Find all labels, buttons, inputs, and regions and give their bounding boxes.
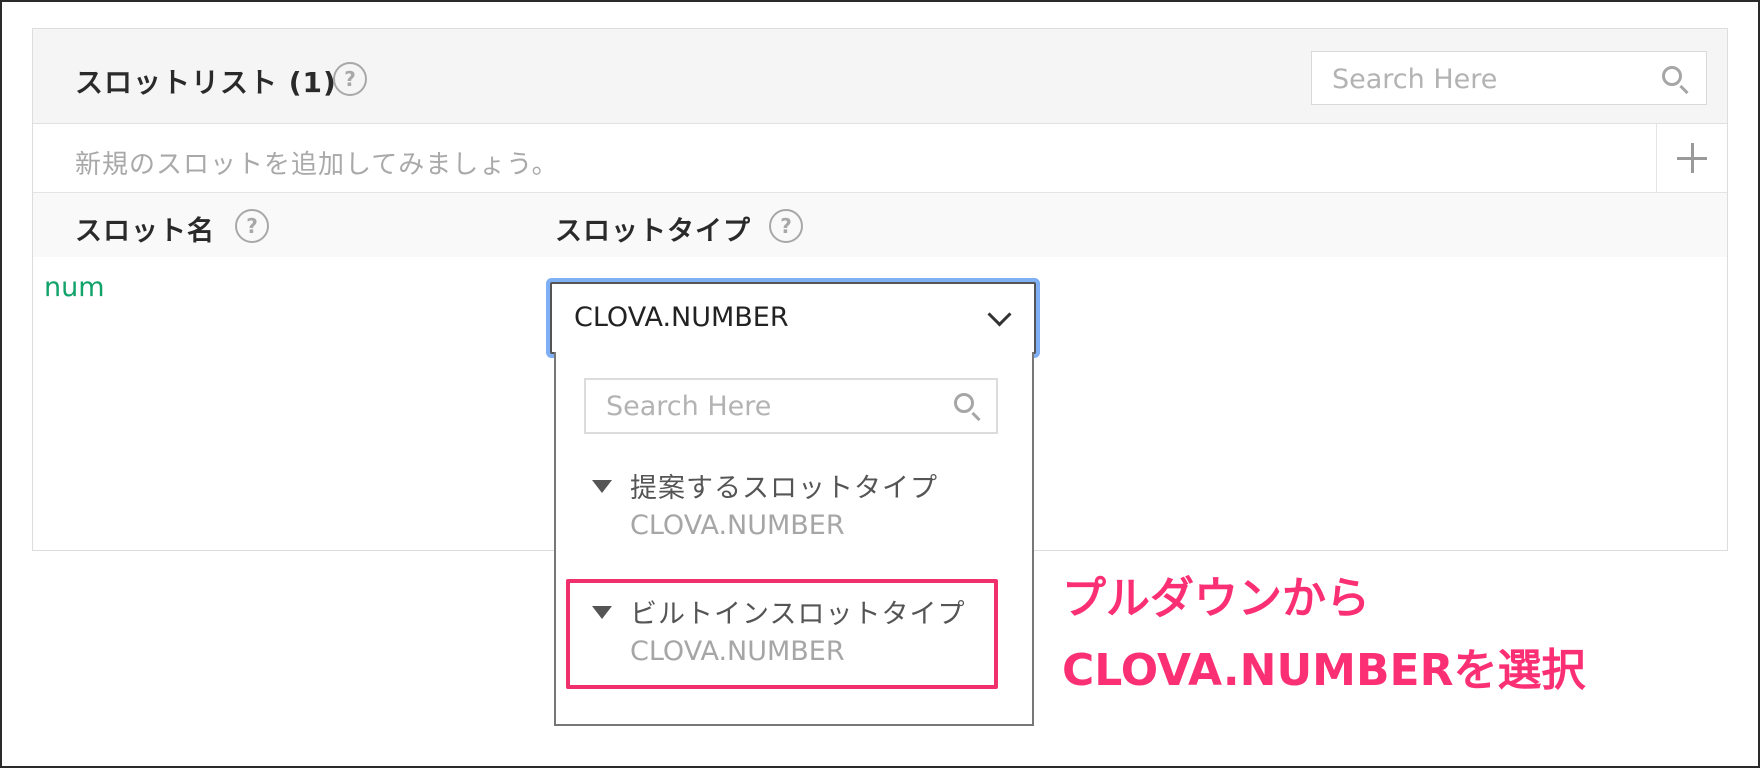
add-slot-row[interactable]: 新規のスロットを追加してみましょう。 xyxy=(33,124,1727,193)
panel-title: スロットリスト (1) xyxy=(75,66,337,99)
dropdown-option[interactable]: CLOVA.NUMBER xyxy=(630,510,845,541)
chevron-down-icon xyxy=(987,302,1012,327)
help-icon[interactable]: ? xyxy=(769,209,803,243)
annotation-highlight-box xyxy=(566,579,998,689)
add-slot-placeholder: 新規のスロットを追加してみましょう。 xyxy=(75,150,559,180)
search-placeholder: Search Here xyxy=(1332,64,1498,95)
column-slot-name: スロット名 xyxy=(75,216,215,247)
dropdown-search-placeholder: Search Here xyxy=(606,391,772,422)
search-icon xyxy=(954,393,974,413)
search-icon[interactable] xyxy=(1662,66,1682,86)
annotation-text-line2: CLOVA.NUMBERを選択 xyxy=(1062,645,1586,696)
help-icon[interactable]: ? xyxy=(235,209,269,243)
collapse-triangle-icon[interactable] xyxy=(592,480,612,493)
help-icon[interactable]: ? xyxy=(333,62,367,96)
slot-name-link[interactable]: num xyxy=(44,272,105,303)
slot-type-value: CLOVA.NUMBER xyxy=(574,302,789,333)
slot-type-select[interactable]: CLOVA.NUMBER xyxy=(550,282,1036,354)
dropdown-search-input[interactable]: Search Here xyxy=(584,378,998,434)
add-slot-button[interactable] xyxy=(1656,124,1727,192)
column-header-row: スロット名 ? スロットタイプ ? xyxy=(33,193,1727,257)
panel-header: スロットリスト (1) ? Search Here xyxy=(33,29,1727,124)
column-slot-type: スロットタイプ xyxy=(555,216,751,247)
group-title-suggested: 提案するスロットタイプ xyxy=(630,473,938,504)
slot-search-input[interactable]: Search Here xyxy=(1311,51,1707,105)
screenshot-frame: スロットリスト (1) ? Search Here 新規のスロットを追加してみま… xyxy=(0,0,1760,768)
annotation-text-line1: プルダウンから xyxy=(1062,573,1370,624)
